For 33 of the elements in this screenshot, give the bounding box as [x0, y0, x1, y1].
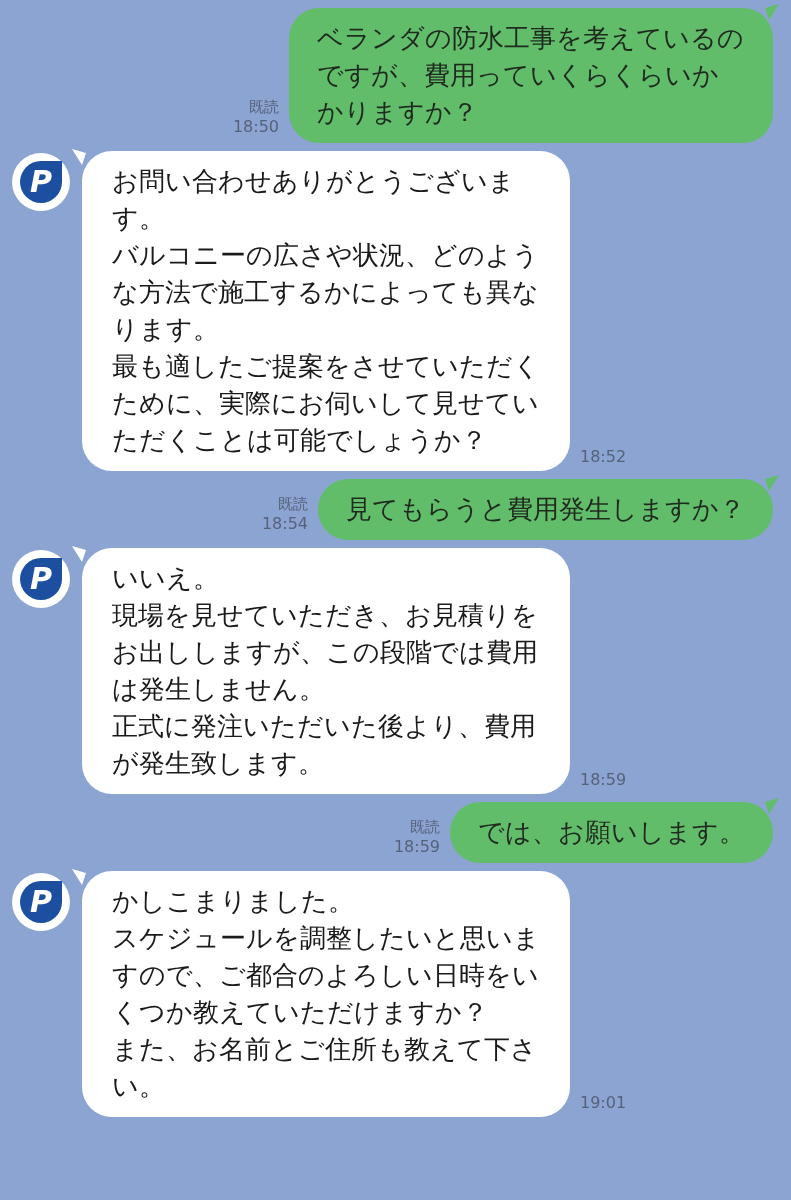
- message-text: 現場を見せていただき、お見積りをお出ししますが、この段階では費用は発生しません。: [112, 599, 539, 706]
- read-receipt: 既読: [249, 97, 279, 117]
- avatar[interactable]: P: [12, 550, 70, 608]
- message-time: 18:59: [580, 769, 627, 791]
- avatar-logo: P: [20, 161, 62, 203]
- bubble-tail: [765, 798, 779, 814]
- bubble-tail: [72, 869, 86, 885]
- message-text: いいえ。: [112, 562, 220, 595]
- message-time: 19:01: [580, 1092, 627, 1114]
- message-text: お問い合わせありがとうございます。: [112, 165, 516, 235]
- avatar[interactable]: P: [12, 873, 70, 931]
- message-text: バルコニーの広さや状況、どのような方法で施工するかによっても異なります。: [112, 239, 540, 346]
- message-text: 最も適したご提案をさせていただくために、実際にお伺いして見せていただくことは可能でしょうか？: [112, 350, 540, 457]
- message-text: スケジュールを調整したいと思いますので、ご都合のよろしい日時をいくつか教えていただけますか？: [112, 922, 540, 1029]
- bubble-tail: [765, 475, 779, 491]
- avatar-logo: P: [20, 558, 62, 600]
- message-text: ベランダの防水工事を考えているのですが、費用っていくらくらいかかりますか？: [317, 22, 745, 129]
- message-text: 見てもらうと費用発生しますか？: [346, 493, 745, 526]
- avatar-logo: P: [20, 881, 62, 923]
- bubble-tail: [72, 546, 86, 562]
- bubble-tail: [765, 4, 779, 20]
- message-text: では、お願いします。: [478, 816, 745, 849]
- read-receipt: 既読: [278, 494, 308, 514]
- message-text: また、お名前とご住所も教えて下さい。: [112, 1033, 538, 1103]
- bubble-tail: [72, 149, 86, 165]
- message-time: 18:54: [261, 514, 308, 534]
- message-time: 18:52: [580, 446, 627, 468]
- message-text: かしこまりました。: [112, 885, 355, 918]
- message-text: 正式に発注いただいた後より、費用が発生致します。: [112, 710, 537, 780]
- message-time: 18:59: [393, 837, 440, 857]
- message-time: 18:50: [232, 117, 279, 137]
- avatar[interactable]: P: [12, 153, 70, 211]
- read-receipt: 既読: [410, 817, 440, 837]
